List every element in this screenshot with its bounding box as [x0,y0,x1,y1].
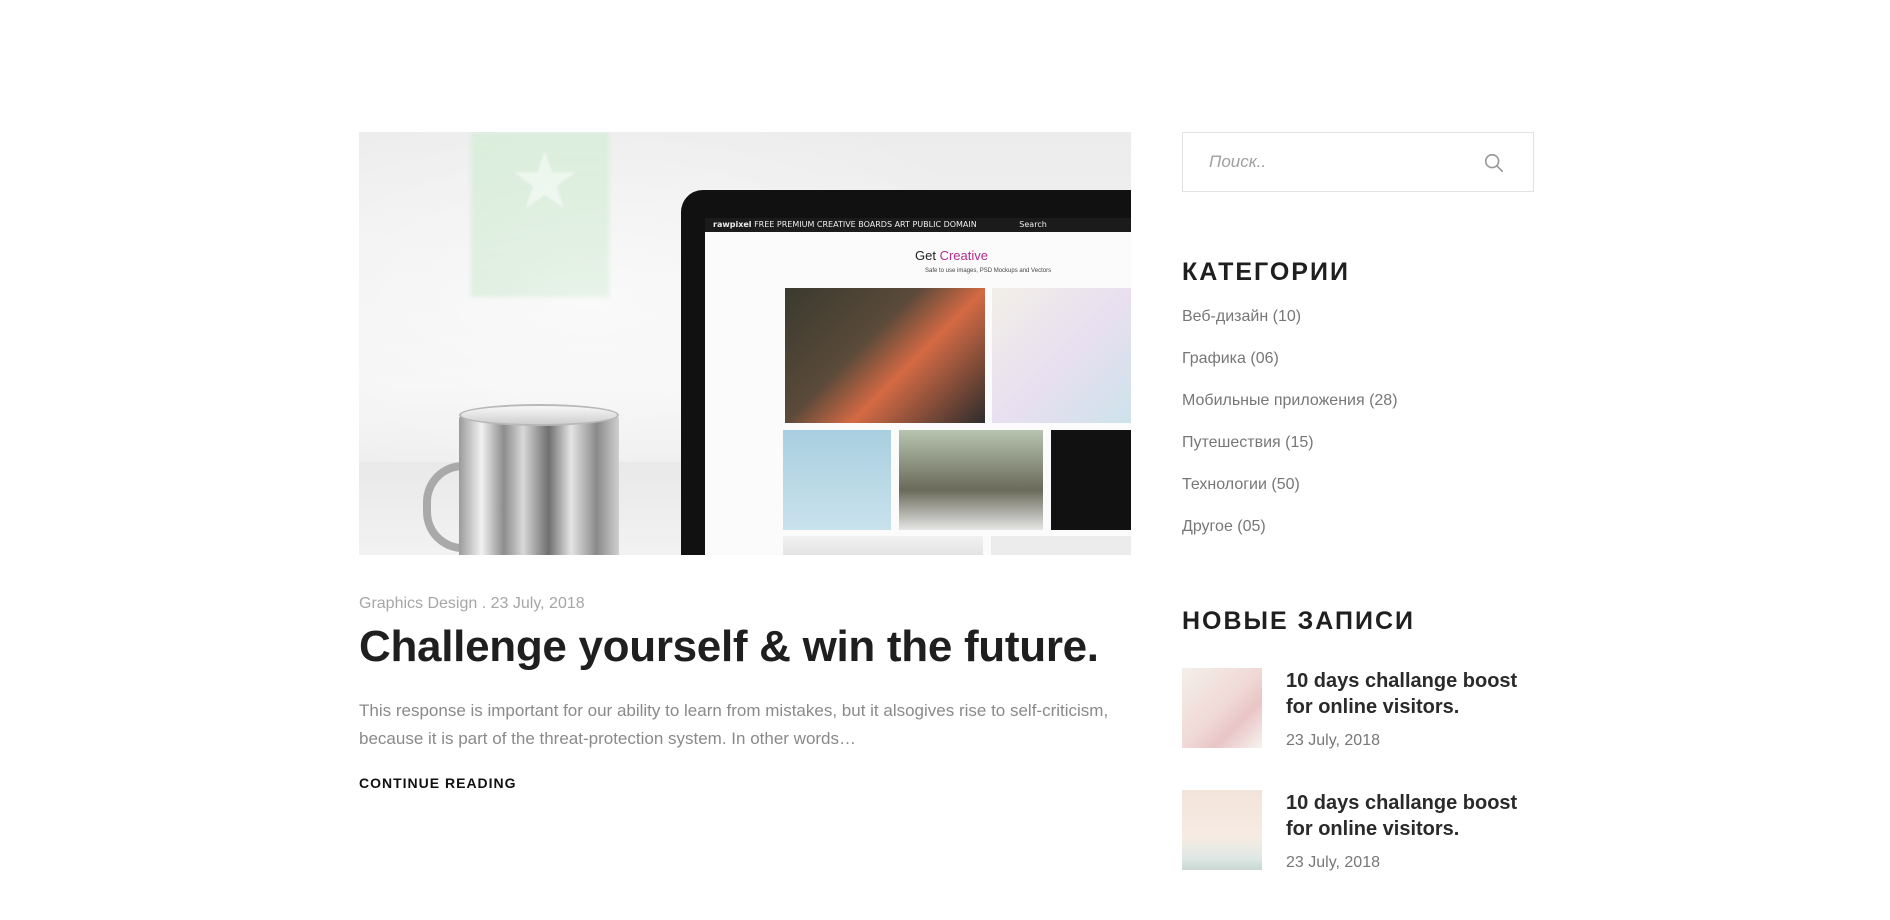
category-item[interactable]: Технологии (50) [1182,475,1534,495]
recent-post-date: 23 July, 2018 [1286,732,1380,749]
search-icon[interactable] [1483,152,1505,174]
mug-body [459,412,619,555]
recent-post-title[interactable]: 10 days challange boost for online visit… [1286,790,1526,842]
screen-topbar: rawpixel FREE PREMIUM CREATIVE BOARDS AR… [705,218,1131,232]
recent-posts-widget: НОВЫЕ ЗАПИСИ 10 days challange boost for… [1182,607,1534,872]
category-item[interactable]: Графика (06) [1182,349,1534,369]
photo-tile [992,288,1131,423]
photo-tile [783,430,891,530]
post-meta: Graphics Design . 23 July, 2018 [359,595,1131,613]
metal-mug [423,404,619,555]
category-item[interactable]: Другое (05) [1182,517,1534,537]
post-date: 23 July, 2018 [490,595,585,612]
category-item[interactable]: Мобильные приложения (28) [1182,391,1534,411]
laptop-screen: rawpixel FREE PREMIUM CREATIVE BOARDS AR… [705,218,1131,555]
search-box [1182,132,1534,192]
photo-tile [991,536,1131,555]
screen-nav: FREE PREMIUM CREATIVE BOARDS ART PUBLIC … [754,220,977,229]
screen-headline: Get Creative [915,248,988,263]
screen-site-name: rawpixel [713,220,752,229]
recent-post-item[interactable]: 10 days challange boost for online visit… [1182,668,1534,750]
recent-posts-title: НОВЫЕ ЗАПИСИ [1182,607,1415,635]
post-featured-image[interactable]: ★ rawpixel FREE PREMIUM CREATIVE BOARDS … [359,132,1131,555]
mug-rim [459,404,619,426]
recent-post-item[interactable]: 10 days challange boost for online visit… [1182,790,1534,872]
post-meta-separator: . [481,595,487,612]
categories-title: КАТЕГОРИИ [1182,258,1350,286]
laptop: rawpixel FREE PREMIUM CREATIVE BOARDS AR… [681,190,1131,555]
recent-post-body: 10 days challange boost for online visit… [1286,790,1526,872]
photo-tile [1051,430,1131,530]
recent-post-title[interactable]: 10 days challange boost for online visit… [1286,668,1526,720]
photo-tile [899,430,1043,530]
recent-post-body: 10 days challange boost for online visit… [1286,668,1526,750]
category-item[interactable]: Путешествия (15) [1182,433,1534,453]
screen-headline-accent: Creative [939,248,989,263]
screen-headline-prefix: Get [915,248,936,263]
sidebar: КАТЕГОРИИ Веб-дизайн (10) Графика (06) М… [1182,132,1534,872]
post-excerpt: This response is important for our abili… [359,701,1109,748]
recent-post-thumbnail[interactable] [1182,790,1262,870]
categories-list: Веб-дизайн (10) Графика (06) Мобильные п… [1182,307,1534,537]
recent-post-thumbnail[interactable] [1182,668,1262,748]
post-title[interactable]: Challenge yourself & win the future. [359,621,1131,673]
blog-post: ★ rawpixel FREE PREMIUM CREATIVE BOARDS … [359,132,1131,793]
screen-search: Search [1019,220,1047,229]
screen-tagline: Safe to use images, PSD Mockups and Vect… [925,268,1052,274]
photo-tile [783,536,983,555]
continue-reading-link[interactable]: CONTINUE READING [359,775,517,791]
photo-tile [785,288,985,423]
post-category[interactable]: Graphics Design [359,595,477,612]
recent-post-date: 23 July, 2018 [1286,854,1380,871]
categories-widget: КАТЕГОРИИ Веб-дизайн (10) Графика (06) М… [1182,258,1534,537]
category-item[interactable]: Веб-дизайн (10) [1182,307,1534,327]
search-input[interactable] [1183,133,1533,191]
